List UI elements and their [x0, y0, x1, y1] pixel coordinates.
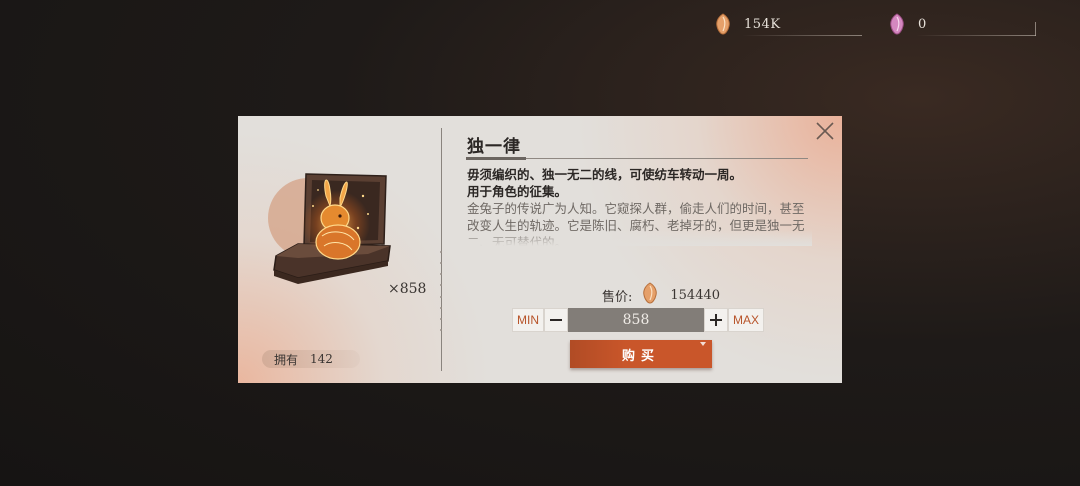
buy-button-label: 购买 [621, 348, 660, 364]
close-button[interactable] [814, 120, 836, 142]
max-button[interactable]: MAX [728, 308, 764, 332]
currency-underline [742, 35, 862, 36]
title-rule-accent [466, 157, 526, 160]
currency-endcap [1035, 22, 1036, 36]
plus-icon [710, 314, 722, 326]
price-value: 154440 [670, 287, 721, 303]
owned-label: 拥有 [274, 352, 299, 367]
currency-amount: 0 [918, 16, 927, 32]
currency-orange[interactable]: 154K [712, 10, 862, 38]
quantity-input[interactable] [568, 308, 704, 332]
owned-badge: 拥有 142 [262, 350, 360, 368]
buy-button[interactable]: 购买 [570, 340, 712, 368]
quantity-stepper: MIN MAX [512, 308, 764, 332]
close-icon [816, 122, 834, 140]
orange-gem-icon [642, 282, 658, 308]
currency-pink[interactable]: 0 [886, 10, 1036, 38]
item-count: ×858 [388, 281, 427, 297]
pink-gem-icon [886, 11, 908, 37]
description-line: 用于角色的征集。 [467, 184, 568, 199]
orange-gem-icon [712, 11, 734, 37]
currency-underline [916, 35, 1036, 36]
decrement-button[interactable] [544, 308, 568, 332]
vertical-divider [441, 128, 442, 371]
currency-bar: 154K 0 [712, 10, 1036, 38]
min-button[interactable]: MIN [512, 308, 544, 332]
description-line: 毋须编织的、独一无二的线，可使纺车转动一周。 [467, 167, 743, 182]
description-fade [467, 230, 812, 246]
increment-button[interactable] [704, 308, 728, 332]
price-row: 售价: 154440 [602, 282, 720, 308]
owned-value: 142 [310, 352, 333, 366]
purchase-dialog: ×858 拥有 142 独一律 毋须编织的、独一无二的线，可使纺车转动一周。 用… [238, 116, 842, 383]
item-title: 独一律 [467, 137, 521, 157]
price-label: 售价: [602, 289, 633, 305]
currency-amount: 154K [744, 16, 781, 32]
item-image [268, 166, 403, 291]
minus-icon [550, 319, 562, 321]
divider-dots [437, 251, 445, 331]
